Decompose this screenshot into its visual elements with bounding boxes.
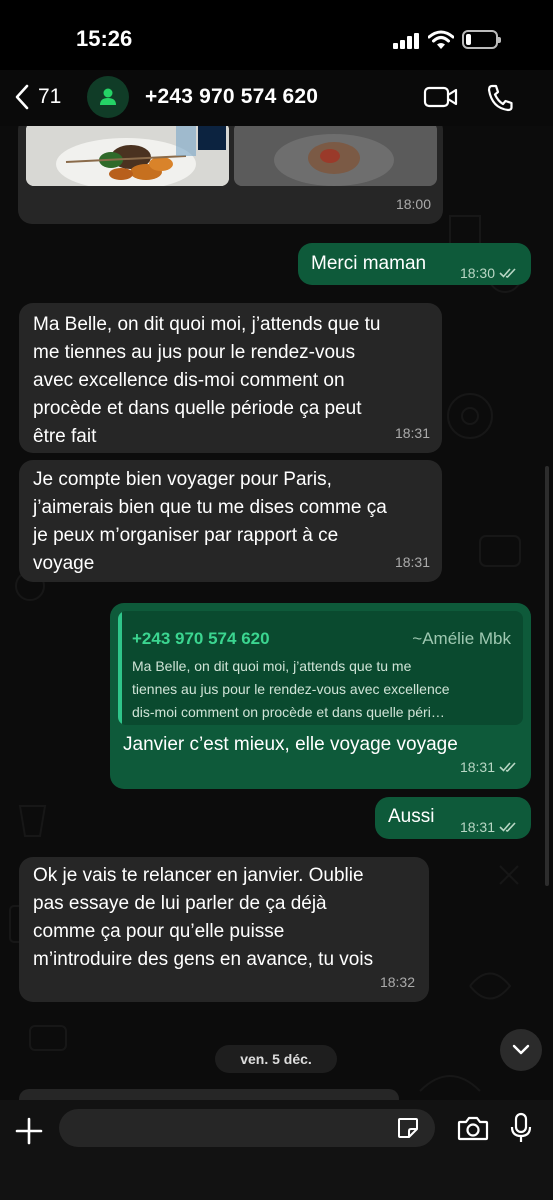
message-meta: 18:00 [396,190,431,218]
message-line: pas essaye de lui parler de ça déjà [33,893,327,914]
back-button[interactable]: 71 [14,84,61,110]
message-time: 18:30 [459,265,495,281]
contact-name[interactable]: +243 970 574 620 [145,85,318,109]
video-call-icon[interactable] [423,85,459,109]
message-outgoing[interactable]: Merci maman 18:30 [298,243,531,285]
quote-sender: +243 970 574 620 [132,629,270,648]
message-time: 18:32 [379,974,415,990]
message-line: Ok je vais te relancer en janvier. Oubli… [33,865,364,886]
microphone-icon[interactable] [509,1112,533,1144]
message-incoming[interactable]: Je compte bien voyager pour Paris, j’aim… [19,460,442,582]
chat-header: 71 +243 970 574 620 [0,70,553,126]
chevron-down-icon [512,1044,530,1055]
message-time: 18:31 [459,759,495,775]
message-meta: 18:31 [460,813,519,841]
message-meta: 18:31 [395,419,430,447]
message-time: 18:31 [459,819,495,835]
message-incoming[interactable]: Ok je vais te relancer en janvier. Oubli… [19,857,429,1002]
message-meta: 18:31 [460,753,519,781]
read-ticks-icon [499,762,516,772]
message-meta: 18:31 [395,548,430,576]
message-time: 18:31 [394,554,430,570]
message-input[interactable] [59,1109,435,1147]
message-outgoing[interactable]: Aussi 18:31 [375,797,531,839]
status-bar: 15:26 [0,0,553,70]
status-time: 15:26 [76,26,133,51]
scroll-to-bottom-button[interactable] [500,1029,542,1071]
message-line: voyage [33,553,95,574]
photo-thumbnail-food[interactable] [26,126,229,186]
message-line: comme ça pour qu’elle puisse [33,921,285,942]
cellular-signal-icon [393,33,419,49]
message-time: 18:31 [394,425,430,441]
photo-message[interactable]: 18:00 [18,126,443,224]
camera-icon[interactable] [457,1115,489,1141]
message-line: Ma Belle, on dit quoi moi, j’attends que… [33,314,381,335]
quote-accent-bar [118,611,122,725]
quote-line: Ma Belle, on dit quoi moi, j’attends que… [132,658,412,674]
message-outgoing-reply[interactable]: +243 970 574 620 ~Amélie Mbk Ma Belle, o… [110,603,531,789]
message-text: Janvier c’est mieux, elle voyage voyage [123,734,458,755]
wifi-icon [428,30,454,49]
message-line: me tiennes au jus pour le rendez-vous [33,342,356,363]
person-icon [100,88,116,105]
quote-line: dis-moi comment on procède et dans quell… [132,704,445,720]
message-meta: 18:32 [380,968,415,996]
quote-line: tiennes au jus pour le rendez-vous avec … [132,681,450,697]
message-line: je peux m’organiser par rapport à ce [33,525,339,546]
phone-icon[interactable] [486,83,514,113]
message-line: Je compte bien voyager pour Paris, [33,469,332,490]
chat-area[interactable]: 18:00 Merci maman 18:30 Ma Belle, on dit… [0,126,553,1100]
message-line: j’aimerais bien que tu me dises comme ça [33,497,387,518]
read-ticks-icon [499,268,516,278]
plus-icon[interactable] [14,1116,44,1146]
message-composer [0,1100,553,1200]
scrollbar[interactable] [545,466,549,886]
avatar[interactable] [87,76,129,118]
message-incoming[interactable]: Ma Belle, on dit quoi moi, j’attends que… [19,303,442,453]
message-meta: 18:30 [460,259,519,287]
message-time: 18:00 [395,196,431,212]
message-line: être fait [33,426,97,447]
next-message-peek [19,1089,399,1100]
back-chevron-icon [15,84,29,110]
message-text: Merci maman [311,253,427,274]
sticker-icon[interactable] [396,1116,420,1140]
message-text: Aussi [388,806,435,827]
food-image [26,126,229,186]
photo-thumbnail-blurred[interactable] [234,126,437,186]
quote-text: Ma Belle, on dit quoi moi, j’attends que… [132,655,511,724]
read-ticks-icon [499,822,516,832]
message-line: procède et dans quelle période ça peut [33,398,362,419]
unread-count: 71 [38,85,62,108]
quoted-message[interactable]: +243 970 574 620 ~Amélie Mbk Ma Belle, o… [118,611,523,725]
quote-alias: ~Amélie Mbk [412,629,511,648]
message-line: avec excellence dis-moi comment on [33,370,345,391]
battery-icon [462,30,501,49]
date-separator: ven. 5 déc. [215,1045,337,1073]
message-line: m’introduire des gens en avance, tu vois [33,949,374,970]
blurred-image [234,126,437,186]
